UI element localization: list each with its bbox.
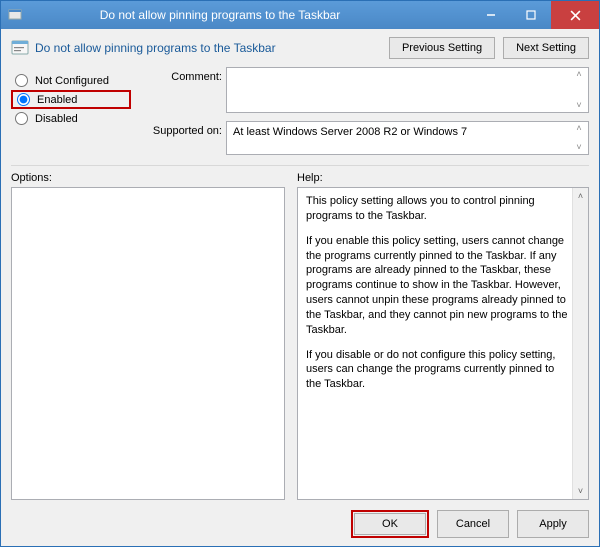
state-radios: Not Configured Enabled Disabled xyxy=(11,67,131,155)
supported-on-value: At least Windows Server 2008 R2 or Windo… xyxy=(233,126,467,138)
help-label: Help: xyxy=(297,172,323,184)
radio-disabled[interactable]: Disabled xyxy=(11,109,131,128)
policy-editor-window: Do not allow pinning programs to the Tas… xyxy=(0,0,600,547)
cancel-button[interactable]: Cancel xyxy=(437,510,509,538)
titlebar[interactable]: Do not allow pinning programs to the Tas… xyxy=(1,1,599,29)
footer-buttons: OK Cancel Apply xyxy=(11,500,589,538)
comment-label: Comment: xyxy=(137,67,222,83)
window-title: Do not allow pinning programs to the Tas… xyxy=(0,8,471,22)
radio-enabled[interactable]: Enabled xyxy=(11,90,131,109)
help-paragraph: If you enable this policy setting, users… xyxy=(306,234,570,338)
radio-enabled-label: Enabled xyxy=(37,94,77,106)
comment-input[interactable]: ˄ ˅ xyxy=(226,67,589,113)
ok-highlight: OK xyxy=(351,510,429,538)
scroll-up-icon[interactable]: ˄ xyxy=(572,124,586,133)
radio-not-configured[interactable]: Not Configured xyxy=(11,71,131,90)
help-scrollbar[interactable]: ˄ ˅ xyxy=(572,188,588,499)
next-setting-button[interactable]: Next Setting xyxy=(503,37,589,59)
minimize-button[interactable] xyxy=(471,1,511,29)
radio-disabled-label: Disabled xyxy=(35,113,78,125)
pane-labels: Options: Help: xyxy=(11,172,589,184)
help-pane[interactable]: This policy setting allows you to contro… xyxy=(297,187,589,500)
scroll-down-icon[interactable]: ˅ xyxy=(572,143,586,152)
header-row: Do not allow pinning programs to the Tas… xyxy=(11,37,589,59)
panes: This policy setting allows you to contro… xyxy=(11,187,589,500)
radio-enabled-input[interactable] xyxy=(17,93,30,106)
supported-on-box: At least Windows Server 2008 R2 or Windo… xyxy=(226,121,589,155)
ok-button[interactable]: OK xyxy=(354,513,426,535)
supported-scroll: ˄ ˅ xyxy=(572,124,586,152)
scroll-up-icon[interactable]: ˄ xyxy=(578,188,583,204)
radio-not-configured-input[interactable] xyxy=(15,74,28,87)
scroll-down-icon[interactable]: ˅ xyxy=(578,483,583,499)
radio-disabled-input[interactable] xyxy=(15,112,28,125)
comment-scroll: ˄ ˅ xyxy=(572,70,586,110)
policy-heading: Do not allow pinning programs to the Tas… xyxy=(35,41,383,55)
help-paragraph: This policy setting allows you to contro… xyxy=(306,194,570,224)
options-label: Options: xyxy=(11,172,285,184)
system-buttons xyxy=(471,1,599,29)
client-area: Do not allow pinning programs to the Tas… xyxy=(1,29,599,546)
options-pane[interactable] xyxy=(11,187,285,500)
apply-button[interactable]: Apply xyxy=(517,510,589,538)
help-paragraph: If you disable or do not configure this … xyxy=(306,348,570,393)
close-button[interactable] xyxy=(551,1,599,29)
maximize-button[interactable] xyxy=(511,1,551,29)
config-area: Not Configured Enabled Disabled Comment:… xyxy=(11,67,589,155)
scroll-down-icon[interactable]: ˅ xyxy=(572,101,586,110)
supported-on-label: Supported on: xyxy=(137,121,222,137)
scroll-up-icon[interactable]: ˄ xyxy=(572,70,586,79)
policy-icon xyxy=(11,39,29,57)
fields-grid: Comment: ˄ ˅ Supported on: At least Wind… xyxy=(137,67,589,155)
divider xyxy=(11,165,589,166)
previous-setting-button[interactable]: Previous Setting xyxy=(389,37,495,59)
radio-not-configured-label: Not Configured xyxy=(35,75,109,87)
